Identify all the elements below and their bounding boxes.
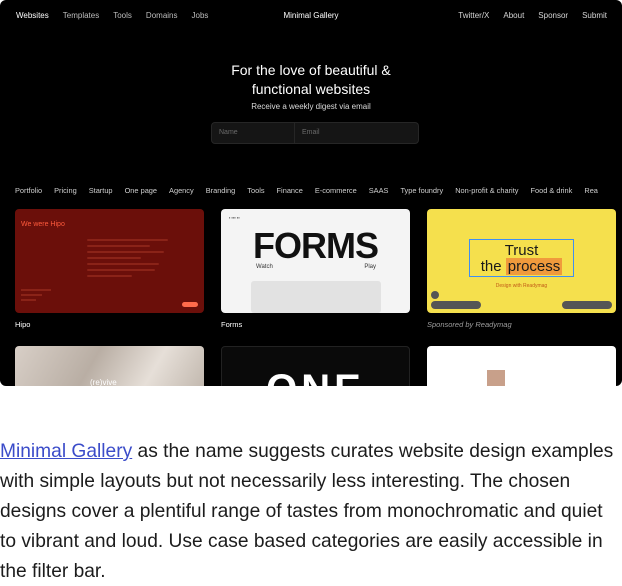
forms-preview-tile [251, 281, 381, 313]
category-tools[interactable]: Tools [247, 186, 264, 195]
trust-caption: Design with Readymag [495, 283, 548, 289]
card-revive-thumbnail[interactable]: (re)vive [15, 346, 204, 386]
category-saas[interactable]: SAAS [369, 186, 389, 195]
revive-text: (re)vive [90, 378, 117, 386]
nav-about[interactable]: About [503, 11, 524, 20]
forms-buttons: Watch Play [256, 264, 376, 270]
article-body: as the name suggests curates website des… [0, 441, 614, 582]
article-paragraph: Minimal Gallery as the name suggests cur… [0, 437, 622, 586]
toolbar-right [562, 301, 612, 309]
category-filter-bar: Portfolio Pricing Startup One page Agenc… [15, 186, 598, 195]
nav-submit[interactable]: Submit [582, 11, 607, 20]
nav-right-group: Twitter/X About Sponsor Submit [458, 11, 607, 20]
category-portfolio[interactable]: Portfolio [15, 186, 42, 195]
category-real-estate[interactable]: Rea [584, 186, 598, 195]
nav-twitter[interactable]: Twitter/X [458, 11, 489, 20]
trust-headline-1: Trust [504, 242, 539, 259]
hero-title: For the love of beautiful & functional w… [0, 61, 622, 99]
name-input[interactable]: Name [211, 122, 295, 144]
forms-header-text: ▪ ▪▪▪ ▪▪ [229, 215, 240, 220]
category-branding[interactable]: Branding [206, 186, 236, 195]
forms-wordmark: FORMS [253, 225, 379, 266]
forms-play-label: Play [364, 264, 376, 270]
category-agency[interactable]: Agency [169, 186, 194, 195]
hipo-footer-lines [21, 289, 51, 304]
category-type-foundry[interactable]: Type foundry [400, 186, 443, 195]
card-trust-thumbnail[interactable]: Trust the process Design with Readymag [427, 209, 616, 313]
trust-headline-2: the process [480, 258, 563, 275]
card-forms-thumbnail[interactable]: ▪ ▪▪▪ ▪▪ FORMS Watch Play [221, 209, 410, 313]
card-white-thumbnail[interactable] [427, 346, 616, 386]
hipo-cta-pill [182, 302, 198, 307]
card-hipo-thumbnail[interactable]: We were Hipo [15, 209, 204, 313]
card-one-thumbnail[interactable]: ONE [221, 346, 410, 386]
one-text: ONE [222, 367, 409, 386]
thumbnail-image [487, 370, 505, 386]
trust-selection-box: Trust the process [469, 239, 574, 277]
category-e-commerce[interactable]: E-commerce [315, 186, 357, 195]
category-food-drink[interactable]: Food & drink [530, 186, 572, 195]
forms-watch-label: Watch [256, 264, 273, 270]
category-finance[interactable]: Finance [277, 186, 303, 195]
card-hipo-label[interactable]: Hipo [15, 320, 30, 329]
card-forms-label[interactable]: Forms [221, 320, 242, 329]
plus-icon [431, 291, 439, 299]
screenshot-frame: Websites Templates Tools Domains Jobs Mi… [0, 0, 622, 386]
top-navigation: Websites Templates Tools Domains Jobs Mi… [0, 11, 622, 23]
toolbar-left [431, 301, 481, 309]
nav-sponsor[interactable]: Sponsor [538, 11, 568, 20]
hero-title-line-2: functional websites [251, 81, 371, 97]
category-non-profit[interactable]: Non-profit & charity [455, 186, 518, 195]
category-one-page[interactable]: One page [125, 186, 157, 195]
minimal-gallery-link[interactable]: Minimal Gallery [0, 441, 132, 462]
hipo-headline: We were Hipo [21, 221, 65, 228]
hero-title-line-1: For the love of beautiful & [231, 62, 391, 78]
category-pricing[interactable]: Pricing [54, 186, 77, 195]
trust-highlight: process [505, 258, 563, 275]
sponsored-label[interactable]: Sponsored by Readymag [427, 320, 512, 329]
hipo-text-lines [87, 239, 177, 281]
email-input[interactable]: Email [295, 122, 419, 144]
category-startup[interactable]: Startup [89, 186, 113, 195]
hero-subtitle: Receive a weekly digest via email [251, 102, 371, 111]
